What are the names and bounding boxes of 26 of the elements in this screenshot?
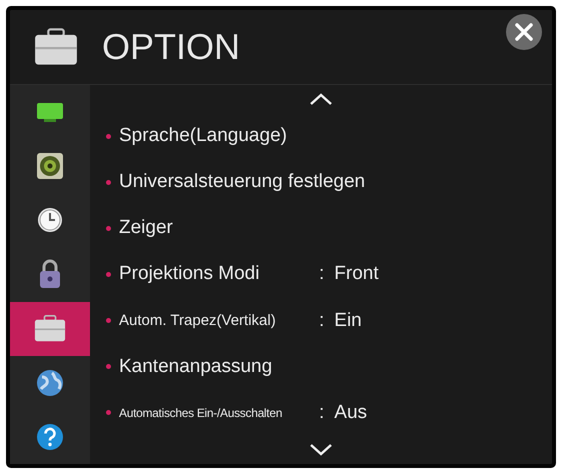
menu-item[interactable]: Zeiger xyxy=(119,217,173,240)
menu-item[interactable]: Sprache(Language) xyxy=(119,125,287,148)
menu-item[interactable]: Automatisches Ein-/Ausschalten xyxy=(119,406,315,420)
clock-icon xyxy=(37,207,63,234)
setting-value: Ein xyxy=(334,310,362,332)
briefcase-icon xyxy=(34,315,66,342)
speaker-icon xyxy=(37,153,63,180)
close-icon xyxy=(514,22,534,42)
separator-colon: : xyxy=(319,263,324,286)
briefcase-icon xyxy=(34,28,78,66)
scroll-up-icon[interactable] xyxy=(309,93,333,105)
padlock-icon xyxy=(38,259,62,290)
close-button[interactable] xyxy=(506,14,542,50)
screen-icon xyxy=(36,102,64,122)
separator-colon: : xyxy=(319,402,324,424)
help-icon xyxy=(36,422,64,451)
scroll-down-icon[interactable] xyxy=(309,444,333,456)
setting-value: Aus xyxy=(334,402,368,424)
menu-item[interactable]: Universalsteuerung festlegen xyxy=(119,171,366,194)
menu-item[interactable]: Autom. Trapez(Vertikal) xyxy=(119,312,315,330)
separator-colon: : xyxy=(319,310,324,332)
window-title: OPTION xyxy=(102,26,242,68)
menu-item[interactable]: Projektions Modi xyxy=(119,263,315,286)
setting-value: Front xyxy=(334,263,379,286)
menu-item[interactable]: Kantenanpassung xyxy=(119,356,272,378)
globe-icon xyxy=(36,368,64,397)
